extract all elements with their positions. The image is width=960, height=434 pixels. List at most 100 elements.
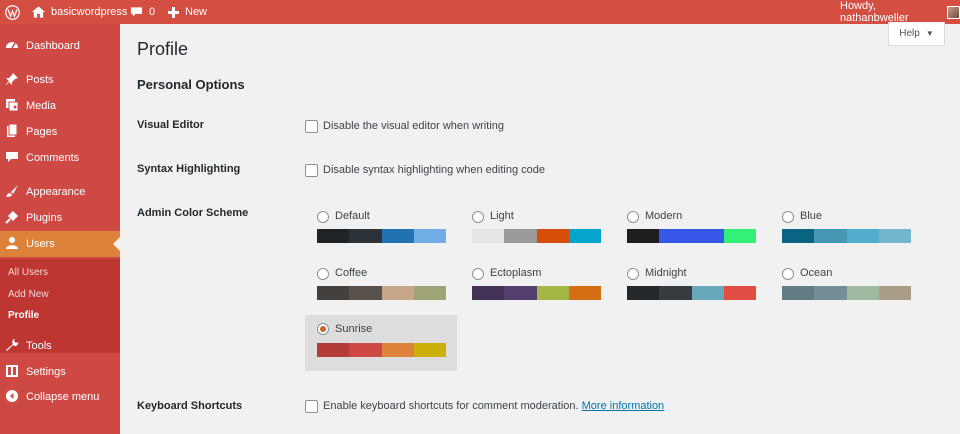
collapse-icon [5,389,19,403]
color-scheme-label: Admin Color Scheme [137,207,249,219]
users-icon [5,236,19,250]
sidebar-item-appearance[interactable]: Appearance [0,179,120,205]
howdy-greeting: Howdy, nathanbweller [840,0,909,24]
visual-editor-checkbox[interactable] [305,120,318,133]
color-scheme-option[interactable]: Ectoplasm [460,265,612,321]
keyboard-shortcuts-option-label[interactable]: Enable keyboard shortcuts for comment mo… [323,400,664,412]
sidebar-item-dashboard[interactable]: Dashboard [0,33,120,59]
color-scheme-name: Midnight [645,267,687,279]
help-label: Help [899,28,920,39]
color-swatch [627,229,660,243]
color-swatch [317,343,350,357]
color-scheme-radio[interactable] [627,268,639,280]
sidebar-item-label: Plugins [26,212,63,224]
submenu-all-users[interactable]: All Users [8,267,48,278]
color-scheme-option[interactable]: Coffee [305,265,457,321]
dashboard-icon [5,38,19,52]
color-scheme-name: Ocean [800,267,833,279]
site-home-link[interactable]: basicwordpress [32,0,127,24]
home-icon [32,6,45,18]
keyboard-shortcuts-option-text: Enable keyboard shortcuts for comment mo… [323,400,579,412]
color-scheme-option[interactable]: Midnight [615,265,767,321]
color-scheme-radio[interactable] [317,323,329,335]
color-swatch [317,286,350,300]
color-swatch [413,343,446,357]
color-swatches [627,286,756,300]
color-swatches [317,343,446,357]
site-name: basicwordpress [51,6,128,18]
syntax-highlighting-label: Syntax Highlighting [137,163,241,175]
color-scheme-radio[interactable] [317,211,329,223]
color-scheme-radio[interactable] [627,211,639,223]
sidebar-item-label: Dashboard [26,40,80,52]
color-scheme-radio[interactable] [782,211,794,223]
color-swatch [691,229,724,243]
sidebar-item-media[interactable]: Media [0,93,120,119]
plus-icon [168,6,179,18]
color-swatches [317,229,446,243]
new-label: New [185,6,208,18]
color-scheme-option[interactable]: Ocean [770,265,922,321]
color-swatch [814,286,847,300]
visual-editor-option-label[interactable]: Disable the visual editor when writing [323,120,504,132]
color-scheme-option[interactable]: Default [305,208,457,264]
submenu-add-new[interactable]: Add New [8,289,49,300]
admin-sidebar: Dashboard Posts Media Pages Comments App… [0,24,120,434]
color-swatch [536,229,569,243]
sidebar-item-pages[interactable]: Pages [0,119,120,145]
sidebar-item-settings[interactable]: Settings [0,359,120,385]
color-scheme-name: Default [335,210,370,222]
new-content-link[interactable]: New [168,0,207,24]
visual-editor-label: Visual Editor [137,119,205,131]
color-swatch [659,286,692,300]
color-swatch [878,286,911,300]
syntax-highlighting-option-label[interactable]: Disable syntax highlighting when editing… [323,164,545,176]
color-scheme-option[interactable]: Light [460,208,612,264]
color-scheme-name: Sunrise [335,323,373,335]
color-swatches [782,286,911,300]
sidebar-item-label: Pages [26,126,58,138]
color-swatches [472,286,601,300]
color-swatch [568,286,601,300]
color-scheme-option[interactable]: Modern [615,208,767,264]
keyboard-shortcuts-checkbox[interactable] [305,400,318,413]
sidebar-item-users[interactable]: Users [0,231,120,257]
sidebar-item-posts[interactable]: Posts [0,67,120,93]
color-scheme-name: Modern [645,210,683,222]
color-scheme-radio[interactable] [472,268,484,280]
sidebar-item-label: Posts [26,74,54,86]
account-menu[interactable]: Howdy, nathanbweller [840,0,960,24]
color-swatches [472,229,601,243]
submenu-profile[interactable]: Profile [8,310,39,321]
comments-link[interactable]: 0 [130,0,155,24]
color-scheme-radio[interactable] [782,268,794,280]
avatar [947,5,960,19]
color-swatch [723,286,756,300]
brush-icon [5,184,19,198]
color-scheme-radio[interactable] [317,268,329,280]
more-information-link[interactable]: More information [582,400,665,412]
sidebar-item-label: Settings [26,366,66,378]
color-scheme-option-selected[interactable]: Sunrise [305,315,457,371]
color-swatches [627,229,756,243]
color-scheme-radio[interactable] [472,211,484,223]
page-title: Profile [137,39,189,59]
syntax-highlighting-checkbox[interactable] [305,164,318,177]
sidebar-item-plugins[interactable]: Plugins [0,205,120,231]
media-icon [5,98,19,112]
wordpress-logo-icon[interactable] [5,0,20,24]
sidebar-item-label: Users [26,238,55,250]
color-swatch [349,286,382,300]
color-swatch [504,229,537,243]
admin-bar: basicwordpress 0 New Howdy, nathanbwelle… [0,0,960,24]
sidebar-item-collapse[interactable]: Collapse menu [0,384,120,410]
color-swatch [349,229,382,243]
help-button[interactable]: Help ▼ [888,22,945,46]
color-swatch [846,229,879,243]
color-swatch [413,229,446,243]
sidebar-item-tools[interactable]: Tools [0,333,120,359]
color-scheme-option[interactable]: Blue [770,208,922,264]
color-swatch [381,343,414,357]
sidebar-item-comments[interactable]: Comments [0,145,120,171]
color-swatch [504,286,537,300]
